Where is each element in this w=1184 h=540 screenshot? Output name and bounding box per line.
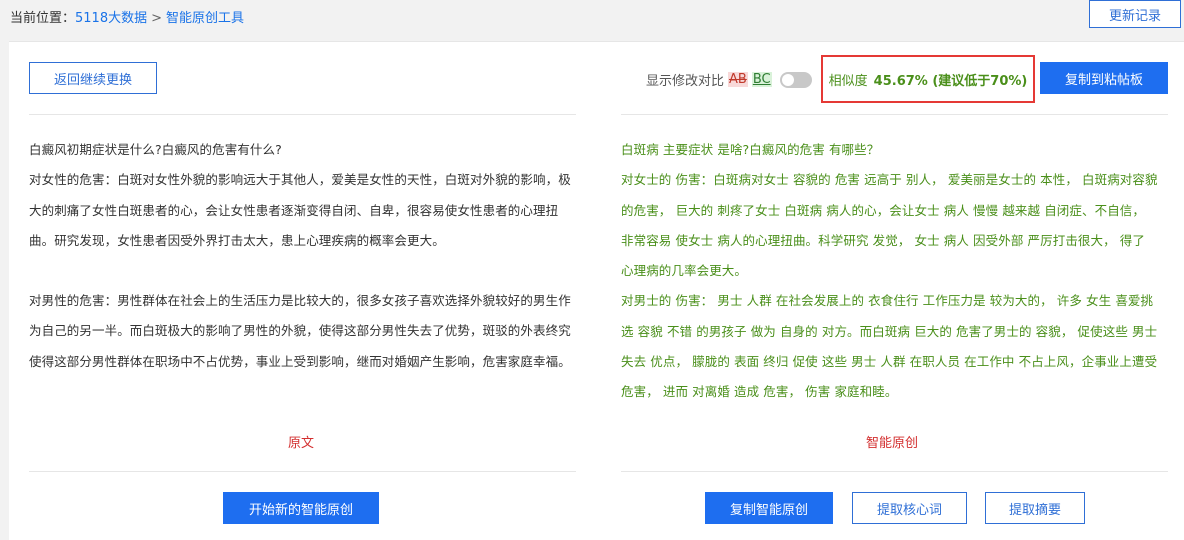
diff-label: 显示修改对比: [646, 74, 725, 89]
extract-summary-button[interactable]: 提取摘要: [985, 492, 1085, 524]
breadcrumb: 当前位置：5118大数据 > 智能原创工具: [10, 7, 244, 26]
original-paragraph: 对男性的危害：男性群体在社会上的生活压力是比较大的，很多女孩子喜欢选择外貌较好的…: [29, 293, 571, 369]
start-new-rewrite-button[interactable]: 开始新的智能原创: [223, 492, 379, 524]
extract-keywords-button[interactable]: 提取核心词: [852, 492, 967, 524]
rewritten-label: 智能原创: [866, 436, 919, 451]
copy-rewrite-button[interactable]: 复制智能原创: [705, 492, 833, 524]
left-bottom-divider: [29, 471, 576, 472]
original-paragraph: 白癜风初期症状是什么?白癜风的危害有什么?: [29, 142, 282, 157]
rewritten-paragraph: 对男士的 伤害： 男士 人群 在社会发展上的 衣食住行 工作压力是 较为大的， …: [621, 293, 1158, 400]
right-bottom-divider: [621, 471, 1168, 472]
original-text: 白癜风初期症状是什么?白癜风的危害有什么? 对女性的危害：白斑对女性外貌的影响远…: [29, 135, 581, 377]
original-paragraph: 对女性的危害：白斑对女性外貌的影响远大于其他人，爱美是女性的天性，白斑对外貌的影…: [29, 172, 571, 248]
similarity-prefix: 相似度: [828, 73, 868, 89]
left-top-divider: [29, 114, 576, 115]
switch-knob: [781, 73, 794, 86]
right-top-divider: [621, 114, 1168, 115]
original-label: 原文: [288, 436, 315, 451]
breadcrumb-prefix: 当前位置：: [10, 11, 76, 26]
breadcrumb-separator: >: [151, 11, 163, 26]
rewritten-paragraph: 白斑病 主要症状 是啥?白癜风的危害 有哪些？: [621, 142, 880, 157]
diff-added-sample: BC: [751, 72, 772, 87]
diff-removed-sample: AB: [728, 72, 748, 87]
breadcrumb-link-5118[interactable]: 5118大数据: [75, 11, 147, 26]
diff-switch[interactable]: [779, 71, 812, 88]
rewritten-paragraph: 对女士的 伤害：白斑病对女士 容貌的 危害 远高于 别人， 爱美丽是女士的 本性…: [621, 172, 1158, 279]
top-bar: 当前位置：5118大数据 > 智能原创工具 更新记录: [0, 0, 1184, 34]
update-log-button[interactable]: 更新记录: [1089, 0, 1181, 28]
similarity-value: 45.67% (建议低于70%): [873, 73, 1028, 89]
breadcrumb-link-tool[interactable]: 智能原创工具: [166, 11, 244, 26]
diff-toggle[interactable]: 显示修改对比 AB BC: [646, 70, 812, 89]
copy-clipboard-button[interactable]: 复制到粘帖板: [1040, 62, 1168, 94]
back-continue-button[interactable]: 返回继续更换: [29, 62, 157, 94]
similarity-box: 相似度 45.67% (建议低于70%): [821, 55, 1035, 103]
main-panel: 返回继续更换 显示修改对比 AB BC 相似度 45.67% (建议低于70%)…: [9, 41, 1184, 540]
rewritten-text: 白斑病 主要症状 是啥?白癜风的危害 有哪些？ 对女士的 伤害：白斑病对女士 容…: [621, 135, 1161, 408]
